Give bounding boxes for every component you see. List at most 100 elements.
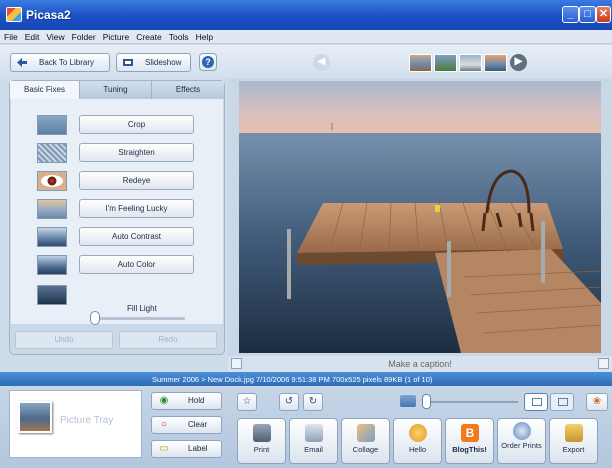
- back-to-library-label: Back To Library: [39, 58, 94, 67]
- slideshow-button[interactable]: Slideshow: [116, 53, 191, 72]
- zoom-icon: [400, 395, 416, 407]
- menu-edit[interactable]: Edit: [21, 30, 43, 42]
- order-prints-label: Order Prints: [501, 441, 542, 450]
- email-button[interactable]: Email: [289, 418, 338, 464]
- caption-resize-icon[interactable]: [598, 358, 609, 369]
- print-icon: [253, 424, 271, 442]
- maximize-button[interactable]: □: [579, 6, 596, 23]
- export-label: Export: [562, 445, 585, 454]
- zoom-slider[interactable]: [422, 394, 431, 409]
- straighten-button[interactable]: Straighten: [79, 143, 194, 162]
- color-button[interactable]: ❀: [586, 393, 608, 411]
- undo-button[interactable]: Undo: [15, 331, 113, 349]
- hold-label: Hold: [188, 396, 205, 405]
- minimize-button[interactable]: _: [562, 6, 579, 23]
- caption-input[interactable]: Make a caption!: [228, 359, 612, 369]
- window-title: Picasa2: [26, 8, 71, 22]
- straighten-icon: [37, 143, 67, 163]
- photo-info-bar: Summer 2006 > New Dock.jpg 7/10/2006 9:5…: [0, 372, 612, 386]
- close-button[interactable]: ✕: [596, 6, 611, 23]
- tray-thumbnail[interactable]: [18, 401, 52, 433]
- clear-button[interactable]: ○ Clear: [151, 416, 222, 434]
- fix-row-straighten: Straighten: [11, 141, 223, 163]
- blogger-icon: B: [461, 424, 479, 442]
- hold-icon: ◉: [159, 395, 169, 406]
- fill-light-slider[interactable]: [90, 311, 100, 325]
- fix-row-redeye: Redeye: [11, 169, 223, 191]
- feeling-lucky-button[interactable]: I'm Feeling Lucky: [79, 199, 194, 218]
- menu-help[interactable]: Help: [192, 30, 216, 42]
- next-photo-button[interactable]: ▶: [510, 54, 527, 71]
- menu-view[interactable]: View: [42, 30, 67, 42]
- single-view-icon: [532, 398, 542, 406]
- auto-contrast-icon: [37, 227, 67, 247]
- previous-photo-button[interactable]: ◀: [313, 54, 330, 71]
- collage-icon: [357, 424, 375, 442]
- rotate-left-icon: ↺: [284, 396, 294, 407]
- fix-row-crop: Crop: [11, 113, 223, 135]
- bottom-panel: Picture Tray ◉ Hold ○ Clear ▭ Label ☆ ↺ …: [0, 386, 612, 468]
- view-single-button[interactable]: [524, 393, 548, 411]
- filmstrip: [409, 54, 507, 73]
- redo-button[interactable]: Redo: [119, 331, 217, 349]
- back-arrow-icon: [17, 58, 27, 67]
- crop-button[interactable]: Crop: [79, 115, 194, 134]
- filmstrip-thumb[interactable]: [484, 54, 507, 72]
- auto-color-button[interactable]: Auto Color: [79, 255, 194, 274]
- email-icon: [305, 424, 323, 442]
- basic-fixes-list: Crop Straighten Redeye I'm Feeling Lucky…: [11, 99, 223, 325]
- tab-effects[interactable]: Effects: [152, 81, 224, 99]
- star-button[interactable]: ☆: [237, 393, 257, 411]
- slideshow-icon: [123, 59, 133, 66]
- back-to-library-button[interactable]: Back To Library: [10, 53, 110, 72]
- hold-button[interactable]: ◉ Hold: [151, 392, 222, 410]
- export-button[interactable]: Export: [549, 418, 598, 464]
- hello-icon: [409, 424, 427, 442]
- zoom-track: [426, 401, 518, 403]
- picture-tray-label: Picture Tray: [60, 415, 114, 426]
- photo[interactable]: [239, 81, 601, 353]
- tab-basic-fixes[interactable]: Basic Fixes: [10, 81, 80, 99]
- filmstrip-thumb[interactable]: [409, 54, 432, 72]
- menu-folder[interactable]: Folder: [68, 30, 99, 42]
- hello-label: Hello: [408, 445, 427, 454]
- slideshow-label: Slideshow: [145, 58, 182, 67]
- redeye-button[interactable]: Redeye: [79, 171, 194, 190]
- order-prints-button[interactable]: Order Prints: [497, 418, 546, 464]
- fix-row-auto-contrast: Auto Contrast: [11, 225, 223, 247]
- crop-icon: [37, 115, 67, 135]
- menu-bar: File Edit View Folder Picture Create Too…: [0, 30, 612, 44]
- filmstrip-thumb[interactable]: [434, 54, 457, 72]
- fill-light-icon: [37, 285, 67, 305]
- edit-tabs: Basic Fixes Tuning Effects: [10, 81, 224, 99]
- photo-viewer: [228, 78, 612, 356]
- menu-picture[interactable]: Picture: [99, 30, 132, 42]
- rotate-left-button[interactable]: ↺: [279, 393, 299, 411]
- collage-button[interactable]: Collage: [341, 418, 390, 464]
- fix-row-feeling-lucky: I'm Feeling Lucky: [11, 197, 223, 219]
- clear-label: Clear: [188, 420, 208, 429]
- label-button[interactable]: ▭ Label: [151, 440, 222, 458]
- rotate-right-icon: ↻: [308, 396, 318, 407]
- photo-info-text: Summer 2006 > New Dock.jpg 7/10/2006 9:5…: [152, 375, 433, 384]
- blogthis-label: BlogThis!: [452, 445, 487, 454]
- view-compare-button[interactable]: [550, 393, 574, 411]
- edit-panel: Basic Fixes Tuning Effects Crop Straight…: [9, 80, 225, 355]
- tab-tuning[interactable]: Tuning: [80, 81, 152, 99]
- export-icon: [565, 424, 583, 442]
- hello-button[interactable]: Hello: [393, 418, 442, 464]
- print-label: Print: [253, 445, 270, 454]
- menu-tools[interactable]: Tools: [165, 30, 192, 42]
- auto-contrast-button[interactable]: Auto Contrast: [79, 227, 194, 246]
- picture-tray[interactable]: Picture Tray: [9, 390, 142, 458]
- menu-create[interactable]: Create: [132, 30, 165, 42]
- blogthis-button[interactable]: B BlogThis!: [445, 418, 494, 464]
- filmstrip-thumb[interactable]: [459, 54, 482, 72]
- print-button[interactable]: Print: [237, 418, 286, 464]
- rotate-right-button[interactable]: ↻: [303, 393, 323, 411]
- menu-file[interactable]: File: [0, 30, 21, 42]
- help-button[interactable]: ?: [199, 53, 217, 71]
- feeling-lucky-icon: [37, 199, 67, 219]
- compare-view-icon: [558, 398, 568, 406]
- fill-light-label: Fill Light: [127, 304, 157, 313]
